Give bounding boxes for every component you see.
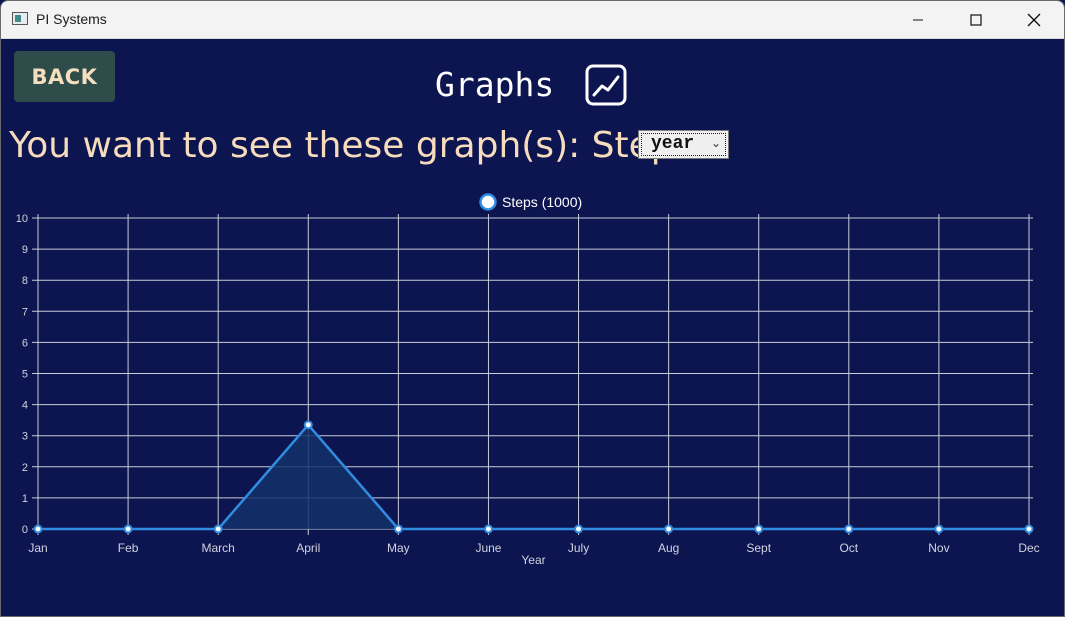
legend-marker: [479, 193, 497, 211]
x-tick-label: June: [475, 541, 501, 555]
x-tick-label: Feb: [118, 541, 139, 555]
app-window: PI Systems BACK Graphs You want to see t…: [0, 0, 1065, 617]
x-tick-label: Sept: [746, 541, 771, 555]
data-point: [303, 420, 313, 430]
x-tick-label: Oct: [839, 541, 858, 555]
x-tick-label: Jan: [28, 541, 47, 555]
data-point: [483, 524, 493, 534]
x-tick-label: March: [202, 541, 235, 555]
data-point: [213, 524, 223, 534]
steps-line-chart: 0 1 2 3 4 5 6 7 8 9 10 Jan Feb March April May June July A…: [16, 193, 1040, 567]
series-line: [38, 423, 1029, 531]
data-point: [123, 524, 133, 534]
data-point: [1024, 524, 1034, 534]
x-tick-label: Dec: [1018, 541, 1039, 555]
data-point: [934, 524, 944, 534]
y-tick-label: 0: [22, 524, 28, 536]
y-tick-label: 4: [22, 400, 28, 412]
data-point: [844, 524, 854, 534]
series-area: [38, 424, 1029, 529]
x-tick-label: July: [568, 541, 589, 555]
legend-label: Steps (1000): [502, 194, 582, 210]
x-tick-label: May: [387, 541, 410, 555]
y-tick-label: 6: [22, 337, 28, 349]
data-point: [33, 524, 43, 534]
y-tick-label: 9: [22, 244, 28, 256]
x-tick-label: Nov: [928, 541, 949, 555]
y-tick-label: 1: [22, 493, 28, 505]
data-point: [664, 524, 674, 534]
y-tick-label: 2: [22, 462, 28, 474]
data-point: [393, 524, 403, 534]
data-point: [754, 524, 764, 534]
y-tick-label: 8: [22, 275, 28, 287]
data-point: [574, 524, 584, 534]
y-tick-label: 7: [22, 306, 28, 318]
y-tick-label: 3: [22, 431, 28, 443]
x-tick-label: Aug: [658, 541, 679, 555]
y-tick-label: 10: [16, 213, 28, 225]
x-tick-label: April: [296, 541, 320, 555]
x-axis-label: Year: [521, 553, 545, 567]
y-tick-label: 5: [22, 369, 28, 381]
